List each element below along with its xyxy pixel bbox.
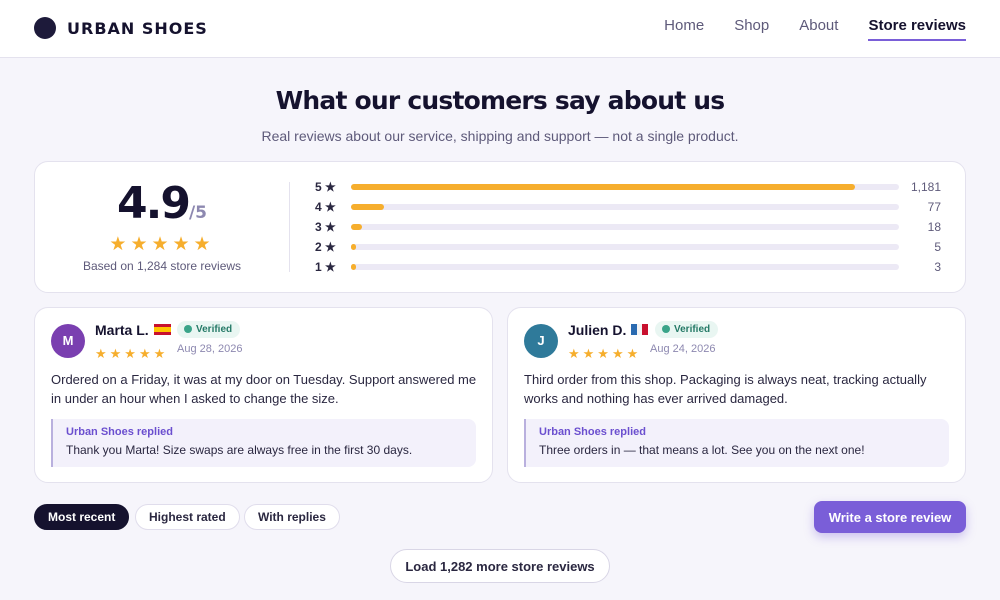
write-review-button[interactable]: Write a store review <box>814 501 966 533</box>
main-nav: Home Shop About Store reviews <box>664 17 966 41</box>
average-stars-icon: ★★★★★ <box>109 234 215 255</box>
spain-flag-icon <box>154 324 171 335</box>
nav-shop[interactable]: Shop <box>734 17 769 41</box>
logo-icon[interactable] <box>34 17 56 39</box>
review-stars-icon: ★★★★★ <box>568 346 642 361</box>
rating-bar-fill <box>351 264 357 270</box>
review-stars-icon: ★★★★★ <box>95 346 169 361</box>
rating-bar-label: 5 ★ <box>315 180 336 194</box>
summary-divider <box>289 182 290 272</box>
rating-bar-track <box>351 264 899 270</box>
rating-bar-count: 3 <box>934 260 941 274</box>
reply-author: Urban Shoes replied <box>539 426 646 438</box>
avatar: J <box>524 324 558 358</box>
rating-bar-track <box>351 224 899 230</box>
store-reply: Urban Shoes replied Thank you Marta! Siz… <box>51 419 476 467</box>
rating-bar-count: 1,181 <box>910 180 941 194</box>
nav-home[interactable]: Home <box>664 17 704 41</box>
rating-bar-label: 3 ★ <box>315 220 336 234</box>
rating-bar-count: 18 <box>927 220 941 234</box>
average-rating-value: 4.9 <box>117 178 191 229</box>
rating-bar-label: 2 ★ <box>315 240 336 254</box>
review-text: Third order from this shop. Packaging is… <box>524 372 927 406</box>
check-icon <box>662 324 670 333</box>
review-date: Aug 24, 2026 <box>650 343 716 355</box>
rating-bar-track <box>351 184 899 190</box>
store-reply: Urban Shoes replied Three orders in — th… <box>524 419 949 467</box>
nav-store-reviews[interactable]: Store reviews <box>868 17 966 41</box>
brand-name[interactable]: URBAN SHOES <box>67 19 208 38</box>
filter-highest-rated[interactable]: Highest rated <box>135 504 240 530</box>
reply-author: Urban Shoes replied <box>66 426 173 438</box>
rating-bar-fill <box>351 204 384 210</box>
rating-bar-5[interactable]: 5 ★ 1,181 <box>315 180 941 196</box>
review-card: M Marta L. Verified ★★★★★ Aug 28, 2026 O… <box>34 307 493 483</box>
review-date: Aug 28, 2026 <box>177 343 243 355</box>
review-text: Ordered on a Friday, it was at my door o… <box>51 372 477 406</box>
reviewer-name: Marta L. <box>95 322 149 338</box>
verified-badge: Verified <box>655 321 719 338</box>
review-card: J Julien D. Verified ★★★★★ Aug 24, 2026 … <box>507 307 966 483</box>
filter-most-recent[interactable]: Most recent <box>34 504 130 530</box>
review-count-text: Based on 1,284 store reviews <box>82 259 242 273</box>
rating-summary-card: 4.9/5 ★★★★★ Based on 1,284 store reviews… <box>34 161 966 293</box>
top-nav-bar: URBAN SHOES Home Shop About Store review… <box>0 0 1000 58</box>
nav-about[interactable]: About <box>799 17 838 41</box>
rating-bar-label: 4 ★ <box>315 200 336 214</box>
average-rating-scale: /5 <box>188 203 207 223</box>
page-subtitle: Real reviews about our service, shipping… <box>261 128 739 144</box>
rating-bar-3[interactable]: 3 ★ 18 <box>315 220 941 236</box>
avatar: M <box>51 324 85 358</box>
reply-text: Thank you Marta! Size swaps are always f… <box>66 443 413 457</box>
rating-bar-label: 1 ★ <box>315 260 336 274</box>
rating-bar-track <box>351 244 899 250</box>
average-rating: 4.9/5 <box>35 178 289 229</box>
rating-bar-2[interactable]: 2 ★ 5 <box>315 240 941 256</box>
rating-bar-track <box>351 204 899 210</box>
check-icon <box>184 324 192 333</box>
rating-bar-count: 5 <box>934 240 941 254</box>
italy-flag-icon <box>631 324 648 335</box>
rating-bar-fill <box>351 244 357 250</box>
rating-bar-count: 77 <box>927 200 941 214</box>
load-more-button[interactable]: Load 1,282 more store reviews <box>390 549 610 583</box>
rating-bar-1[interactable]: 1 ★ 3 <box>315 260 941 276</box>
rating-bar-fill <box>351 184 856 190</box>
rating-bar-fill <box>351 224 362 230</box>
reviewer-name: Julien D. <box>568 322 627 338</box>
filter-with-replies[interactable]: With replies <box>244 504 340 530</box>
page-title: What our customers say about us <box>275 86 726 115</box>
verified-badge: Verified <box>177 321 241 338</box>
reply-text: Three orders in — that means a lot. See … <box>539 443 865 457</box>
rating-bar-4[interactable]: 4 ★ 77 <box>315 200 941 216</box>
